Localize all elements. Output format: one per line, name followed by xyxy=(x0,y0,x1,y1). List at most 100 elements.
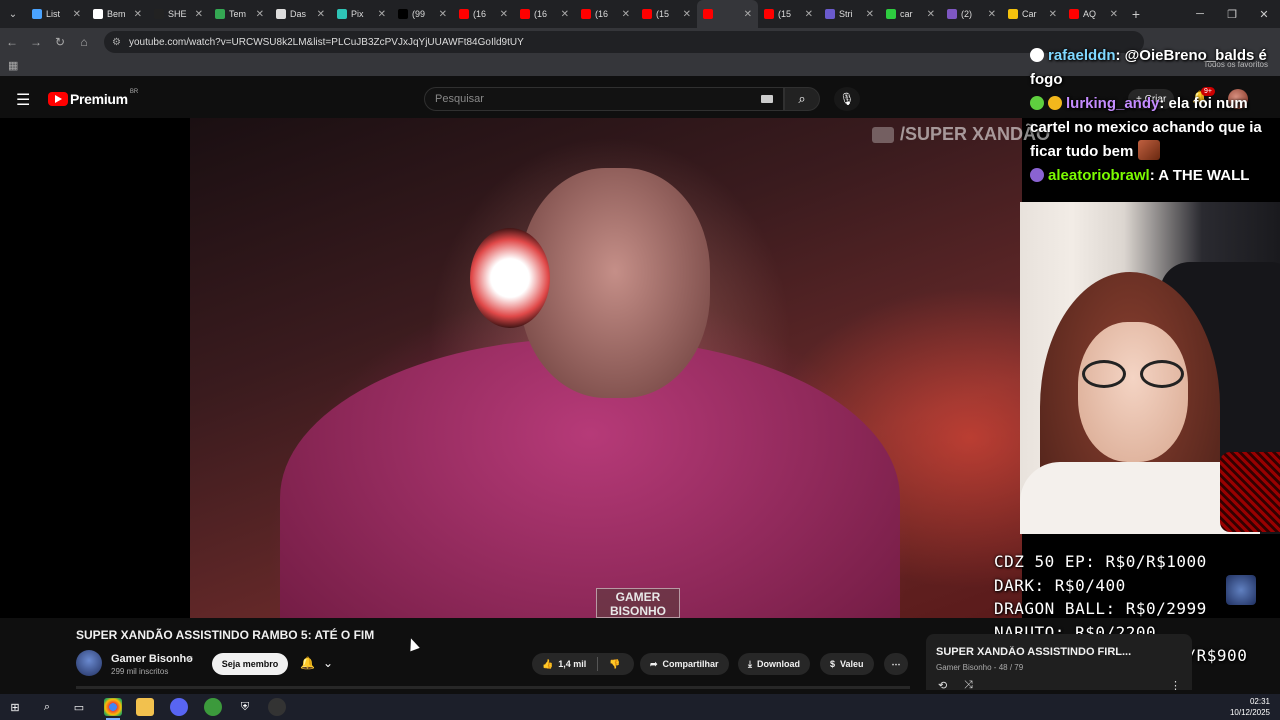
channel-avatar[interactable] xyxy=(76,650,102,676)
shield-icon[interactable]: ⛨ xyxy=(236,698,254,716)
loop-icon[interactable]: ⟲ xyxy=(938,679,947,692)
browser-tab[interactable]: Car ✕ xyxy=(1002,0,1063,28)
tab-close-icon[interactable]: ✕ xyxy=(195,9,203,20)
tab-close-icon[interactable]: ✕ xyxy=(256,9,264,20)
tab-close-icon[interactable]: ✕ xyxy=(622,9,630,20)
browser-tab[interactable]: List ✕ xyxy=(26,0,87,28)
video-frame[interactable] xyxy=(190,118,1022,618)
browser-tab[interactable]: (16 ✕ xyxy=(453,0,514,28)
browser-tab[interactable]: Pix ✕ xyxy=(331,0,392,28)
browser-tab[interactable]: AQ ✕ xyxy=(1063,0,1124,28)
more-actions-button[interactable]: ⋯ xyxy=(884,653,908,675)
browser-tab[interactable]: (15 ✕ xyxy=(636,0,697,28)
tab-label: Bem xyxy=(107,9,126,19)
tab-favicon-icon xyxy=(825,9,835,19)
tab-favicon-icon xyxy=(520,9,530,19)
browser-tab-strip: ⌄ List ✕ Bem ✕ SHE ✕ Tem ✕ Das ✕ Pix ✕ (99 ✕ (16 ✕ (16 ✕(… xyxy=(0,0,1280,28)
thanks-button[interactable]: $ Valeu xyxy=(820,653,874,675)
reload-button[interactable]: ↻ xyxy=(48,35,72,49)
tab-close-icon[interactable]: ✕ xyxy=(73,9,81,20)
webcam-glasses xyxy=(1082,360,1184,388)
tab-close-icon[interactable]: ✕ xyxy=(683,9,691,20)
tab-close-icon[interactable]: ✕ xyxy=(439,9,447,20)
like-count[interactable]: 1,4 mil xyxy=(558,659,586,669)
url-field[interactable]: ⚙ youtube.com/watch?v=URCWSU8k2LM&list=P… xyxy=(104,31,1144,53)
browser-tab[interactable]: (16 ✕ xyxy=(514,0,575,28)
microphone-icon: 🎙 xyxy=(839,92,855,106)
youtube-premium-logo[interactable]: Premium BR xyxy=(48,89,138,107)
site-info-icon[interactable]: ⚙ xyxy=(112,37,121,48)
browser-tab[interactable]: Stri ✕ xyxy=(819,0,880,28)
browser-tab[interactable]: car ✕ xyxy=(880,0,941,28)
tab-close-icon[interactable]: ✕ xyxy=(1049,9,1057,20)
tab-close-icon[interactable]: ✕ xyxy=(317,9,325,20)
tab-close-icon[interactable]: ✕ xyxy=(561,9,569,20)
browser-tab[interactable]: Das ✕ xyxy=(270,0,331,28)
tab-close-icon[interactable]: ✕ xyxy=(988,9,996,20)
chat-emote-icon xyxy=(1137,140,1160,160)
tab-label: (16 xyxy=(595,9,609,19)
close-window-icon[interactable]: ✕ xyxy=(1248,0,1280,28)
obs-icon[interactable] xyxy=(268,698,286,716)
tab-close-icon[interactable]: ✕ xyxy=(500,9,508,20)
tab-label: Das xyxy=(290,9,307,19)
minimize-icon[interactable]: ─ xyxy=(1184,0,1216,28)
subscription-bell-button[interactable]: 🔔 ⌄ xyxy=(300,656,333,670)
apps-grid-icon[interactable]: ▦ xyxy=(8,59,18,72)
clock-date: 10/12/2025 xyxy=(1229,708,1270,717)
search-input[interactable]: Pesquisar xyxy=(424,87,784,111)
chat-message: lurking_andy: ela foi num cartel no mexi… xyxy=(1030,92,1280,164)
forward-button[interactable]: → xyxy=(24,35,48,49)
like-icon[interactable]: 👍 xyxy=(542,659,553,670)
tab-search-icon[interactable]: ⌄ xyxy=(0,0,26,28)
browser-tab[interactable]: (16 ✕ xyxy=(575,0,636,28)
search-button[interactable]: ⌕ xyxy=(784,87,820,111)
webcam-microphone xyxy=(1220,452,1280,532)
tab-close-icon[interactable]: ✕ xyxy=(805,9,813,20)
more-vertical-icon[interactable]: ⋮ xyxy=(1170,679,1181,692)
file-explorer-icon[interactable] xyxy=(136,698,154,716)
share-icon: ➦ xyxy=(650,658,658,669)
browser-tab[interactable]: Bem ✕ xyxy=(87,0,148,28)
tab-close-icon[interactable]: ✕ xyxy=(378,9,386,20)
start-icon[interactable]: ⊞ xyxy=(6,698,24,716)
playlist-title[interactable]: SUPER XANDÃO ASSISTINDO FIRL... xyxy=(936,646,1136,658)
tab-close-icon[interactable]: ✕ xyxy=(1110,9,1118,20)
search-icon[interactable]: ⌕ xyxy=(38,698,56,716)
channel-name[interactable]: Gamer Bisonho xyxy=(111,653,193,665)
new-tab-button[interactable]: + xyxy=(1124,6,1148,22)
watermark-youtube-icon xyxy=(872,126,894,143)
tab-close-icon[interactable]: ✕ xyxy=(866,9,874,20)
home-button[interactable]: ⌂ xyxy=(72,35,96,49)
discord-icon[interactable] xyxy=(170,698,188,716)
chrome-icon[interactable] xyxy=(104,698,122,720)
browser-tab[interactable]: (15 ✕ xyxy=(758,0,819,28)
voice-search-button[interactable]: 🎙 xyxy=(834,87,860,111)
back-button[interactable]: ← xyxy=(0,35,24,49)
browser-tab[interactable]: ✕ xyxy=(697,0,758,28)
maximize-icon[interactable]: ❐ xyxy=(1216,0,1248,28)
share-button[interactable]: ➦ Compartilhar xyxy=(640,653,729,675)
keyboard-icon[interactable] xyxy=(761,95,773,103)
browser-tab[interactable]: SHE ✕ xyxy=(148,0,209,28)
system-clock[interactable]: 02:31 10/12/2025 xyxy=(1230,696,1270,718)
xbox-icon[interactable] xyxy=(204,698,222,716)
guide-menu-icon[interactable]: ☰ xyxy=(16,90,30,110)
join-button[interactable]: Seja membro xyxy=(212,653,288,675)
browser-tab[interactable]: Tem ✕ xyxy=(209,0,270,28)
badge-line-1: GAMER xyxy=(615,590,661,604)
download-button[interactable]: ⤓ Download xyxy=(738,653,810,675)
browser-tab[interactable]: (99 ✕ xyxy=(392,0,453,28)
chat-username: lurking_andy xyxy=(1066,95,1160,112)
tab-favicon-icon xyxy=(398,9,408,19)
tab-close-icon[interactable]: ✕ xyxy=(927,9,935,20)
task-view-icon[interactable]: ▭ xyxy=(70,698,88,716)
tab-close-icon[interactable]: ✕ xyxy=(744,9,752,20)
tab-close-icon[interactable]: ✕ xyxy=(134,9,142,20)
playlist-panel[interactable]: SUPER XANDÃO ASSISTINDO FIRL... Gamer Bi… xyxy=(926,634,1192,692)
dislike-icon[interactable]: 👎 xyxy=(609,659,620,670)
browser-tab[interactable]: (2) ✕ xyxy=(941,0,1002,28)
shuffle-icon[interactable]: ⤨ xyxy=(964,679,973,692)
more-icon: ⋯ xyxy=(891,658,901,669)
chat-badge-icon xyxy=(1030,168,1044,182)
